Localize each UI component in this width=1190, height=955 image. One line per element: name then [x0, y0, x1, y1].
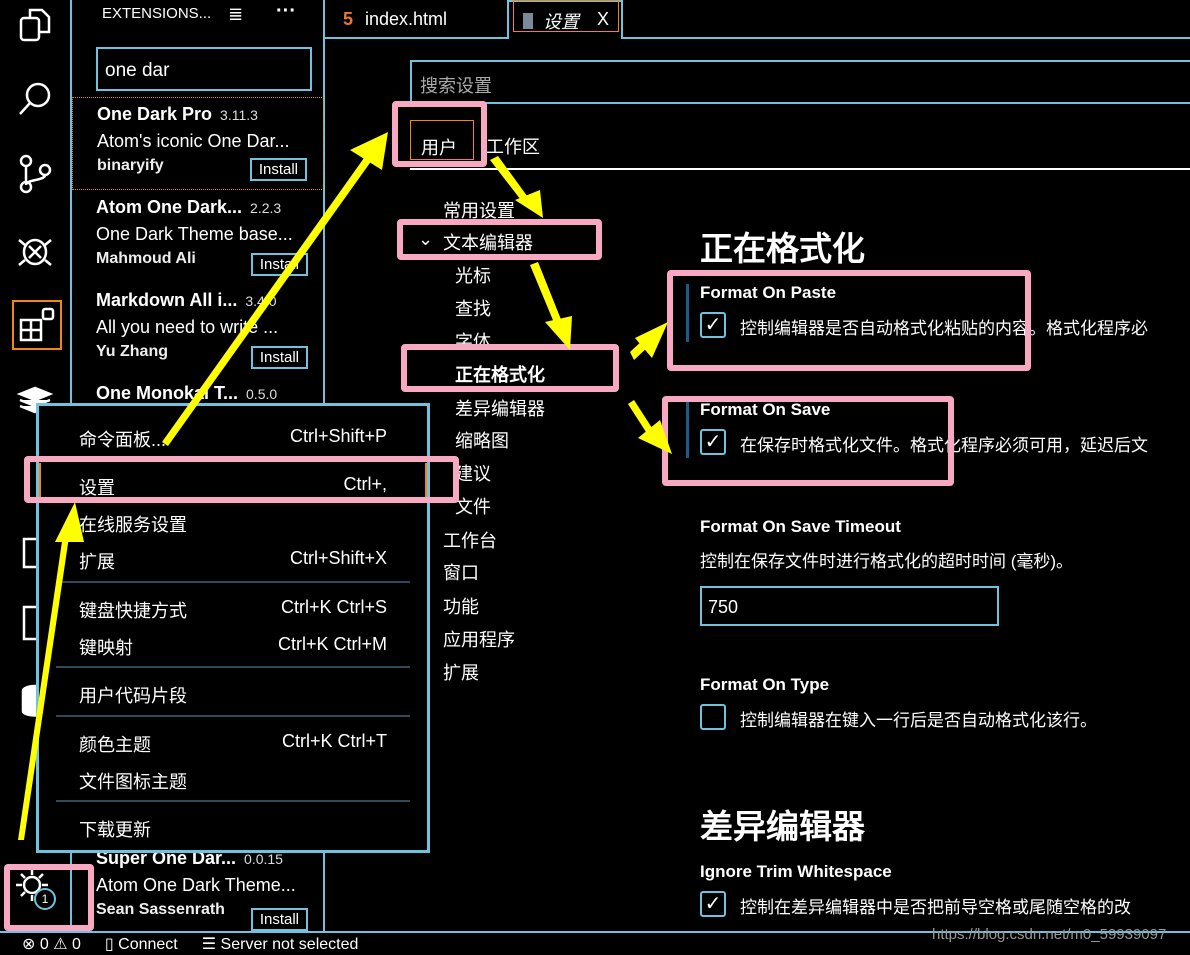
annotation-arrow	[162, 158, 372, 446]
annotation-arrow	[350, 132, 388, 170]
annotation-arrow	[55, 502, 84, 542]
annotation-arrow	[18, 528, 70, 840]
annotation-arrow	[628, 400, 652, 432]
annotation-arrows	[18, 132, 672, 840]
annotation-arrow	[530, 262, 562, 325]
annotation-arrow	[545, 316, 572, 350]
